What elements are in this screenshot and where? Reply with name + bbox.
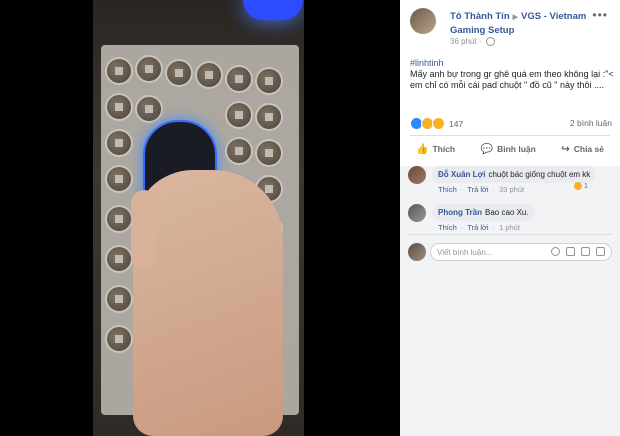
commenter-name[interactable]: Đỗ Xuân Lợi (438, 170, 485, 179)
commenter-name[interactable]: Phong Trần (438, 208, 482, 217)
comments-section: Đỗ Xuân Lợi chuột bác giống chuột em kk 1… (400, 166, 620, 436)
post-text-line-2: em chỉ có mỗi cái pad chuột " đồ cũ " nà… (410, 80, 604, 90)
share-label: Chia sẻ (573, 144, 604, 154)
commenter-avatar[interactable] (408, 204, 426, 222)
hand-thumb (131, 190, 157, 270)
comment-count[interactable]: 2 bình luận (570, 118, 612, 128)
composer-icons (551, 247, 605, 256)
comment-reply-link[interactable]: Trả lời (467, 185, 488, 194)
comment-input[interactable]: Viết bình luận... (430, 243, 612, 261)
share-button[interactable]: ↪ Chia sẻ (555, 139, 610, 159)
camera-icon[interactable] (566, 247, 575, 256)
gif-icon[interactable] (581, 247, 590, 256)
post-hashtag[interactable]: #linhtinh (410, 58, 615, 69)
post-actions: 👍 Thích 💬 Bình luận ↪ Chia sẻ (410, 139, 610, 159)
author-line: Tô Thành Tín ▶ VGS - Vietnam Gaming Setup (450, 10, 600, 37)
comment-reaction-count: 1 (584, 182, 588, 190)
comment-reaction[interactable]: 1 (574, 182, 588, 190)
comment-bubble: Phong Trần Bao cao Xu. (432, 204, 535, 221)
comment-meta: Thích · Trả lời · 1 phút (438, 223, 520, 232)
viewer-avatar (408, 243, 426, 261)
post-photo[interactable] (93, 0, 304, 436)
reaction-summary[interactable]: 147 2 bình luận (410, 117, 612, 131)
divider (410, 135, 610, 136)
author-name[interactable]: Tô Thành Tín (450, 11, 510, 22)
author-avatar[interactable] (410, 8, 436, 34)
comment-button[interactable]: 💬 Bình luận (475, 139, 542, 159)
sticker-icon[interactable] (596, 247, 605, 256)
like-button[interactable]: 👍 Thích (410, 139, 461, 159)
share-arrow-icon: ↪ (561, 143, 570, 155)
comment-like-link[interactable]: Thích (438, 185, 457, 194)
speech-bubble-icon: 💬 (480, 143, 494, 155)
more-icon[interactable]: ••• (592, 8, 608, 22)
post-text-line-1: Mấy anh bự trong gr ghê quá em theo khôn… (410, 69, 614, 79)
comment-meta: Thích · Trả lời · 33 phút (438, 185, 525, 194)
comment-time[interactable]: 1 phút (499, 223, 520, 232)
comment-label: Bình luận (497, 144, 536, 154)
reaction-count[interactable]: 147 (449, 119, 463, 129)
divider (408, 234, 612, 235)
comment-input-placeholder: Viết bình luận... (437, 248, 493, 257)
comment-text: chuột bác giống chuột em kk (488, 170, 591, 179)
arrow-right-icon: ▶ (512, 14, 519, 21)
like-label: Thích (432, 144, 456, 154)
comment-text: Bao cao Xu. (485, 208, 529, 217)
post-panel: Tô Thành Tín ▶ VGS - Vietnam Gaming Setup … (400, 0, 620, 436)
globe-icon (485, 37, 495, 47)
comment-like-link[interactable]: Thích (438, 223, 457, 232)
thumb-up-icon: 👍 (416, 143, 429, 155)
commenter-avatar[interactable] (408, 166, 426, 184)
comment-reply-link[interactable]: Trả lời (467, 223, 488, 232)
photo-viewer[interactable] (0, 0, 400, 436)
wow-reaction-icon (432, 117, 445, 130)
comment-time[interactable]: 33 phút (499, 185, 524, 194)
photo-lamp-glow (243, 0, 303, 20)
post-time[interactable]: 36 phút (450, 37, 477, 46)
emoji-icon[interactable] (551, 247, 560, 256)
post-text: #linhtinh Mấy anh bự trong gr ghê quá em… (410, 58, 615, 91)
comment-bubble: Đỗ Xuân Lợi chuột bác giống chuột em kk (432, 166, 597, 183)
haha-reaction-icon (574, 182, 582, 190)
post-time-line: 36 phút · (450, 37, 495, 47)
